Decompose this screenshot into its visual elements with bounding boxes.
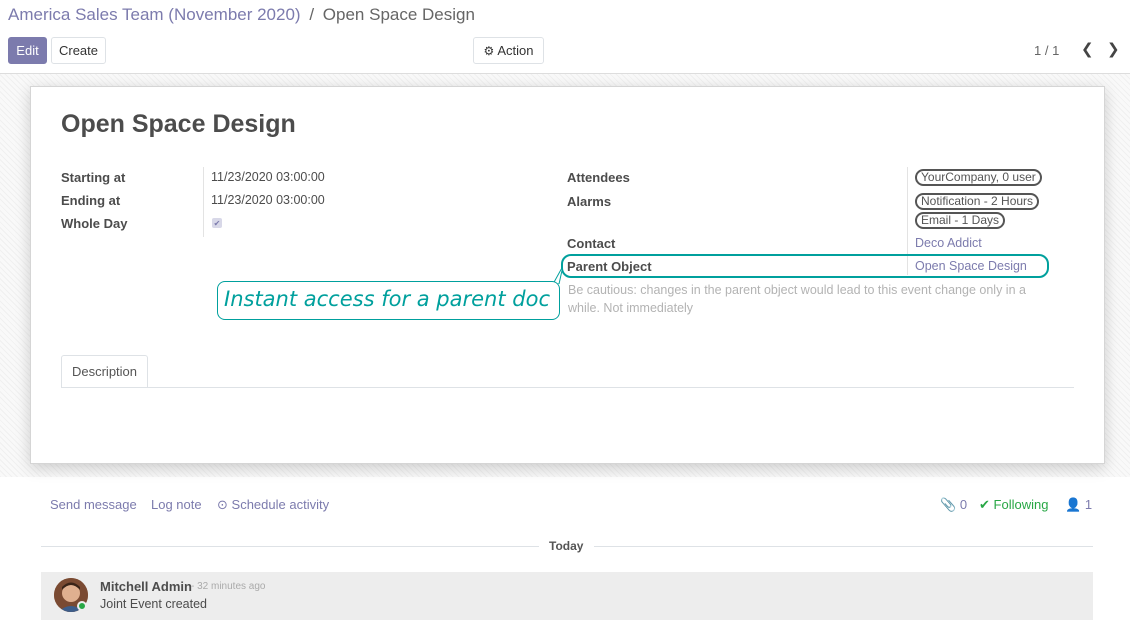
record-title: Open Space Design [61,110,296,138]
attendees-label: Attendees [567,170,630,185]
date-separator-line [594,546,1093,547]
contact-link[interactable]: Deco Addict [915,236,982,250]
parent-object-highlight [561,254,1049,278]
edit-button[interactable]: Edit [8,37,47,64]
pager-previous-icon[interactable]: ❮ [1081,40,1094,58]
action-label: Action [497,43,534,58]
attachments-count: 0 [959,497,968,512]
annotation-callout: Instant access for a parent doc [217,281,560,320]
followers-count: 1 [1084,497,1093,512]
parent-object-help: Be cautious: changes in the parent objec… [568,283,1026,315]
pager-value[interactable]: 1 / 1 [1034,43,1059,58]
user-icon: 👤 [1065,497,1082,512]
starting-at-value: 11/23/2020 03:00:00 [211,170,325,184]
message-body: Joint Event created [100,597,208,611]
field-divider [203,167,204,237]
message-item [41,572,1093,620]
message-author[interactable]: Mitchell Admin [100,579,192,594]
alarm-tag[interactable]: Notification - 2 Hours [915,193,1040,210]
schedule-activity-label: Schedule activity [231,497,330,512]
attachments-button[interactable]: 📎 0 [940,497,967,513]
online-status-icon [77,601,87,611]
ending-at-value: 11/23/2020 03:00:00 [211,193,325,207]
schedule-activity-button[interactable]: ⊙ Schedule activity [217,497,329,513]
log-note-button[interactable]: Log note [151,497,202,512]
date-separator-line [41,546,539,547]
attendee-tag[interactable]: YourCompany, 0 user [915,169,1042,186]
followers-button[interactable]: 👤 1 [1065,497,1092,513]
date-separator-label: Today [549,539,584,553]
create-button[interactable]: Create [51,37,106,64]
breadcrumb-parent-link[interactable]: America Sales Team (November 2020) [8,5,301,24]
message-time: - 32 minutes ago [191,581,266,592]
whole-day-checkbox: ✔ [212,218,222,228]
breadcrumb: America Sales Team (November 2020) / Ope… [8,5,475,25]
contact-label: Contact [567,236,616,251]
pager-next-icon[interactable]: ❯ [1107,40,1120,58]
alarm-tag[interactable]: Email - 1 Days [915,212,1006,229]
whole-day-label: Whole Day [61,216,128,231]
tab-description[interactable]: Description [61,355,148,388]
alarms-label: Alarms [567,194,612,209]
action-button[interactable]: ⚙ Action [473,37,544,64]
starting-at-label: Starting at [61,170,126,185]
following-button[interactable]: ✔ Following [979,497,1048,513]
paperclip-icon: 📎 [940,497,957,512]
send-message-button[interactable]: Send message [50,497,137,512]
check-icon: ✔ [979,497,990,512]
breadcrumb-separator: / [309,5,315,24]
gear-icon: ⚙ [483,43,495,58]
ending-at-label: Ending at [61,193,121,208]
following-label: Following [993,497,1049,512]
tab-divider [61,387,1074,388]
breadcrumb-current: Open Space Design [322,5,475,24]
clock-icon: ⊙ [217,497,228,512]
